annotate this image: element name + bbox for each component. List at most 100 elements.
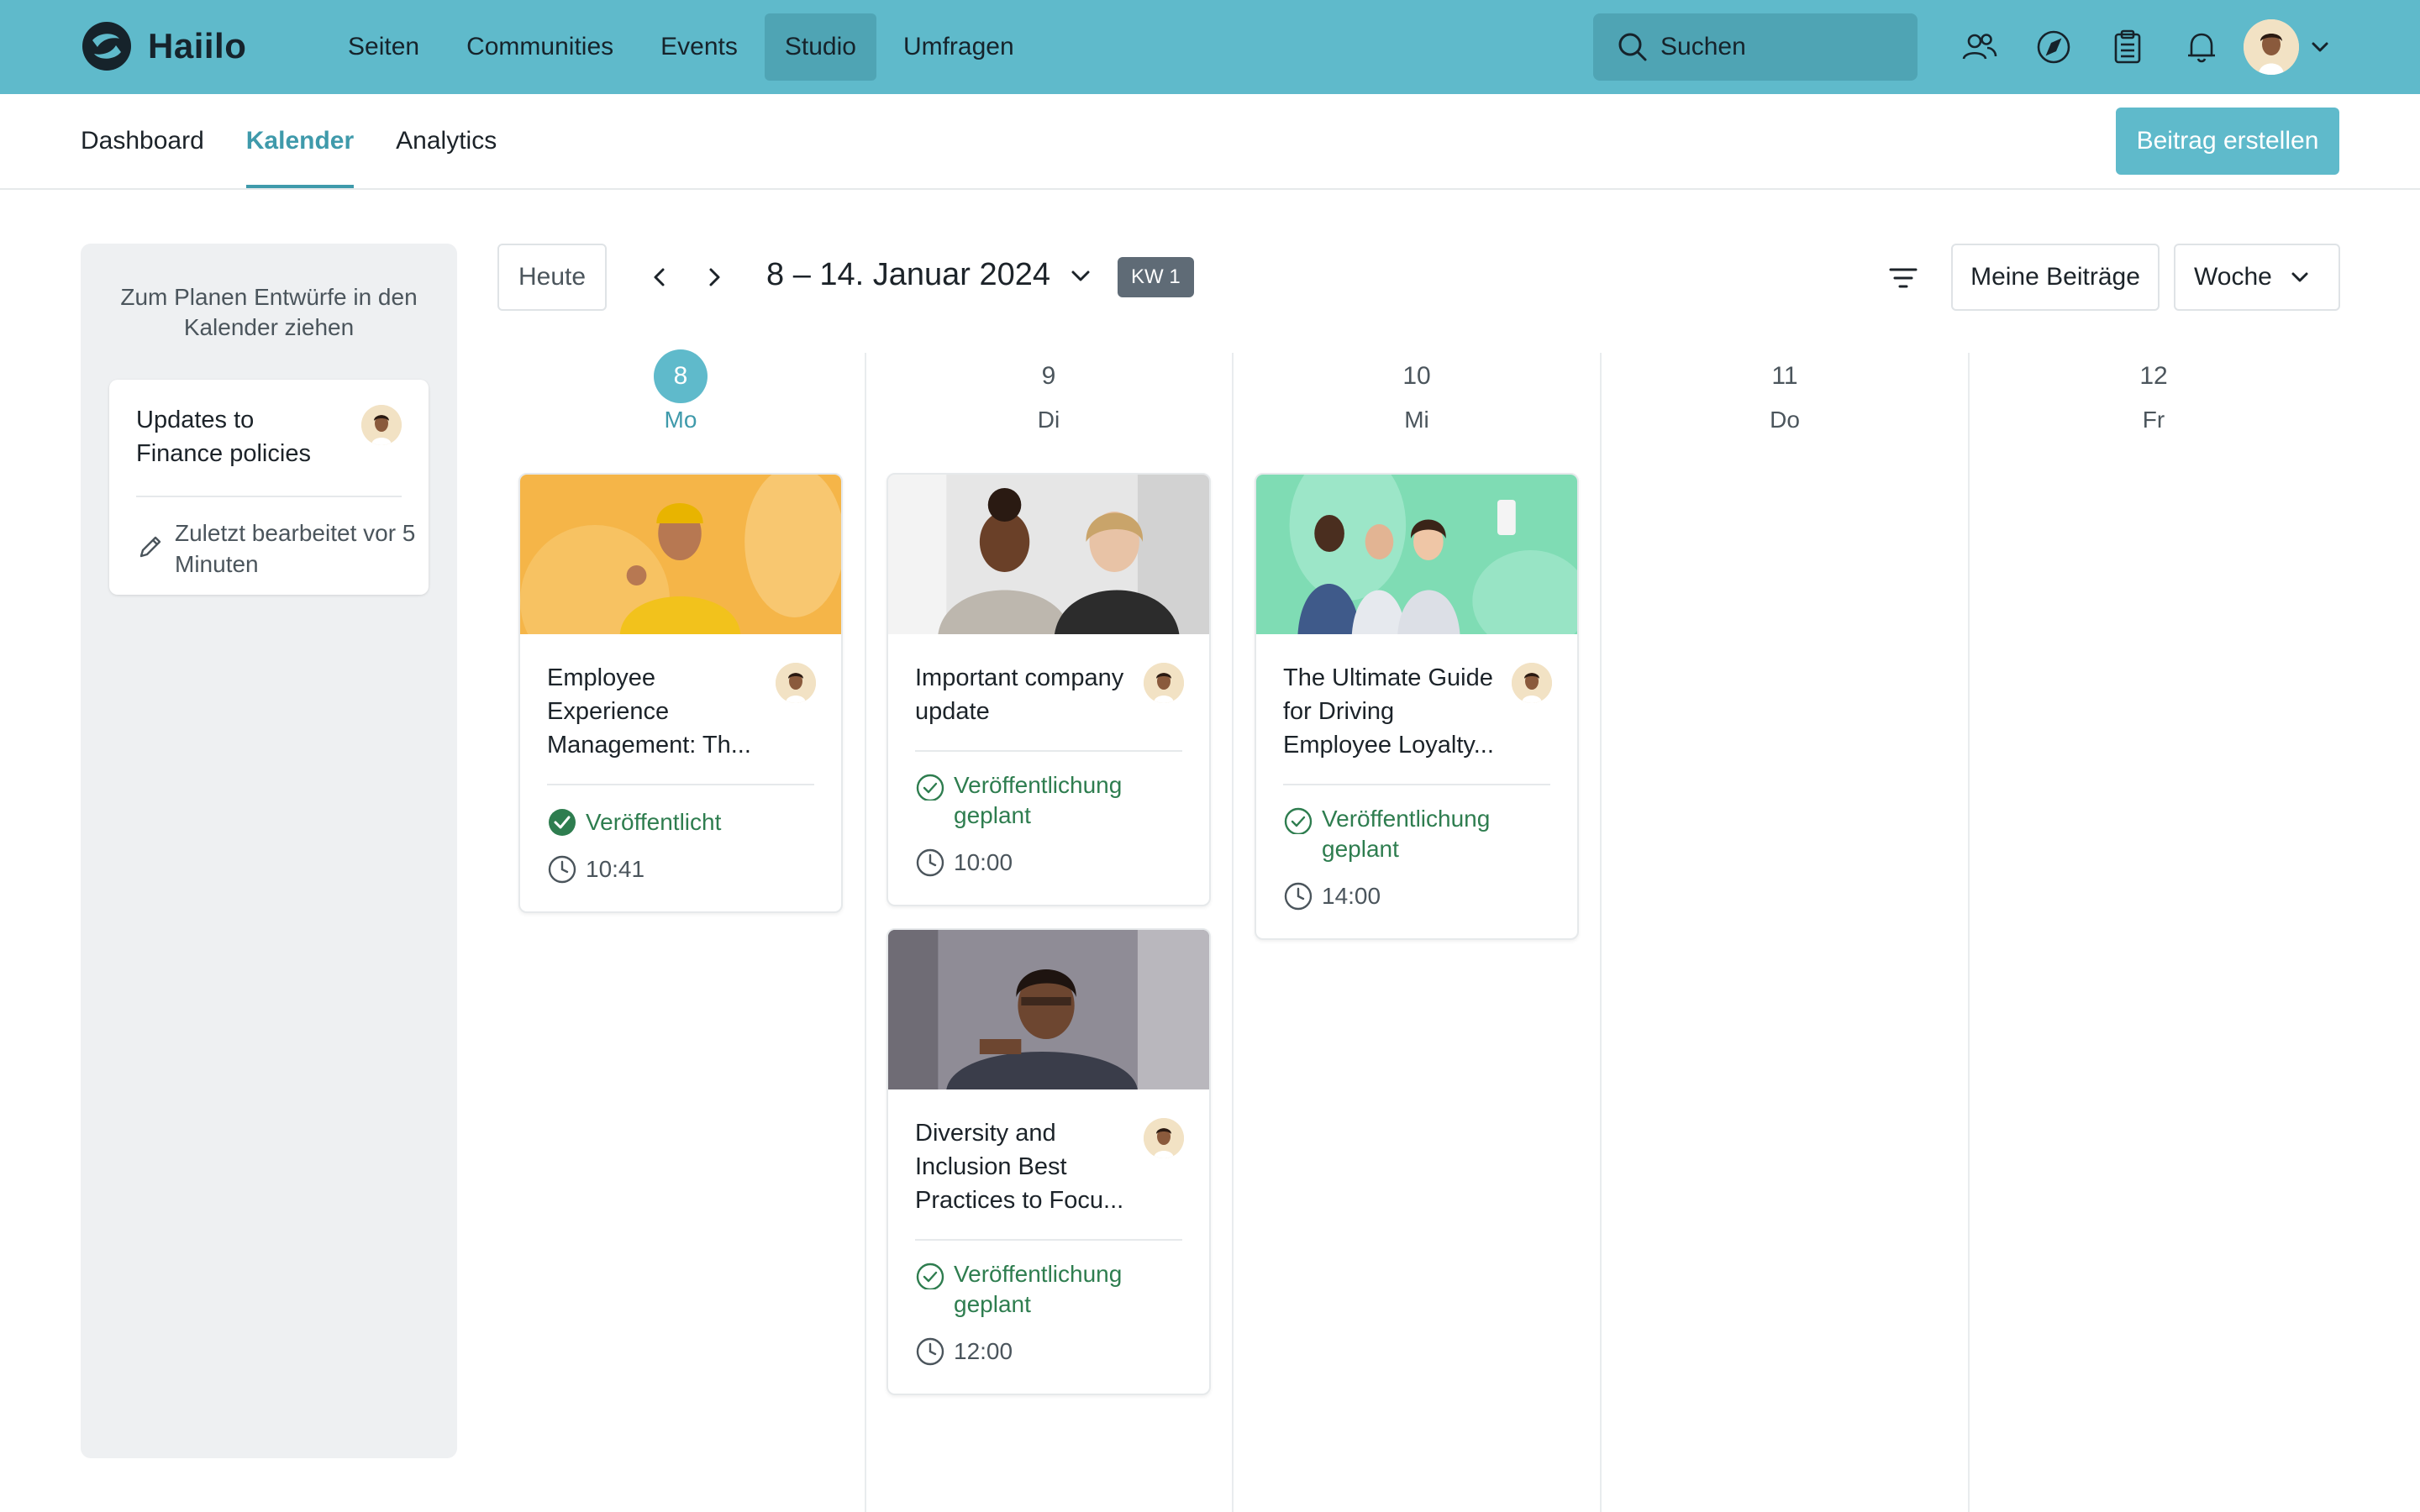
post-status: Veröffentlichung geplant (1283, 804, 1523, 864)
status-text: Veröffentlicht (586, 809, 722, 835)
tab-analytics[interactable]: Analytics (396, 94, 497, 188)
time-text: 10:00 (954, 849, 1013, 875)
post-card[interactable]: Important company update Veröffentlichun… (886, 473, 1211, 906)
post-card[interactable]: The Ultimate Guide for Driving Employee … (1255, 473, 1579, 940)
post-time: 10:41 (547, 854, 644, 885)
drafts-hint: Zum Planen Entwürfe in den Kalender zieh… (120, 284, 418, 340)
day-header-di: 9 Di (965, 349, 1133, 433)
divider (136, 496, 402, 497)
nav-item-studio[interactable]: Studio (764, 13, 876, 81)
clock-icon (1284, 882, 1313, 911)
post-title: Important company update (915, 664, 1124, 725)
clock-icon (548, 855, 576, 884)
avatar (1144, 1118, 1184, 1158)
view-select[interactable]: Woche (2174, 244, 2340, 311)
chevron-down-icon (2291, 272, 2308, 282)
day-header-mi: 10 Mi (1333, 349, 1501, 433)
compass-icon (2037, 30, 2070, 64)
divider (915, 750, 1182, 752)
check-circle-icon (916, 1263, 944, 1289)
divider (547, 784, 814, 785)
avatar (2244, 19, 2299, 75)
day-number: 10 (1402, 362, 1431, 390)
people-icon (1962, 34, 1997, 60)
post-card[interactable]: Employee Experience Management: Th... Ve… (518, 473, 843, 913)
status-text: Veröffentlichung geplant (1322, 806, 1491, 862)
divider (1283, 784, 1550, 785)
post-status: Veröffentlichung geplant (915, 770, 1155, 831)
post-title: The Ultimate Guide for Driving Employee … (1283, 664, 1494, 759)
next-week-button[interactable] (697, 260, 731, 294)
studio-tabs: Dashboard Kalender Analytics (81, 94, 539, 188)
post-time: 10:00 (915, 848, 1013, 878)
create-post-button[interactable]: Beitrag erstellen (2116, 108, 2339, 175)
day-number: 11 (1771, 362, 1798, 390)
clock-icon (916, 848, 944, 877)
tab-dashboard[interactable]: Dashboard (81, 94, 204, 188)
day-number: 12 (2139, 362, 2168, 390)
compass-button[interactable] (2030, 24, 2077, 71)
top-bar: Haiilo Seiten Communities Events Studio … (0, 0, 2420, 94)
post-title: Diversity and Inclusion Best Practices t… (915, 1120, 1124, 1214)
post-time: 14:00 (1283, 881, 1381, 911)
app-name: Haiilo (148, 26, 247, 66)
day-header-mo: 8 Mo (597, 349, 765, 433)
column-divider (865, 353, 866, 1512)
date-range-picker[interactable]: 8 – 14. Januar 2024 (766, 257, 1094, 293)
search-icon (1618, 33, 1647, 61)
status-text: Veröffentlichung geplant (954, 1261, 1123, 1317)
check-circle-filled-icon (549, 809, 576, 836)
week-number-badge: KW 1 (1118, 257, 1194, 297)
tab-kalender[interactable]: Kalender (245, 94, 355, 188)
day-name: Do (1770, 407, 1800, 433)
filter-icon[interactable] (1886, 260, 1921, 296)
nav-item-seiten[interactable]: Seiten (328, 13, 439, 81)
clipboard-icon (2114, 29, 2141, 64)
chevron-right-icon (709, 268, 720, 286)
avatar-image (2244, 19, 2299, 75)
haiilo-logo[interactable]: Haiilo (81, 20, 246, 72)
day-number: 8 (654, 349, 708, 403)
drafts-panel: Zum Planen Entwürfe in den Kalender zieh… (81, 244, 457, 1458)
bell-icon (2188, 33, 2215, 63)
day-name: Mi (1404, 407, 1429, 433)
clock-icon (916, 1337, 944, 1366)
day-header-do: 11 Do (1701, 349, 1869, 433)
notifications-button[interactable] (2178, 24, 2225, 71)
post-time: 12:00 (915, 1336, 1013, 1367)
my-posts-button[interactable]: Meine Beiträge (1951, 244, 2160, 311)
day-header-fr: 12 Fr (2070, 349, 2238, 433)
search-box[interactable] (1593, 13, 1918, 81)
avatar (1144, 663, 1184, 703)
previous-week-button[interactable] (643, 260, 676, 294)
day-name: Mo (664, 407, 697, 433)
column-divider (1968, 353, 1970, 1512)
pencil-icon (139, 536, 161, 558)
nav-item-events[interactable]: Events (640, 13, 758, 81)
day-number: 9 (1041, 362, 1056, 390)
user-menu[interactable] (2244, 19, 2333, 75)
top-icons (1956, 24, 2252, 71)
check-circle-icon (1284, 807, 1313, 834)
clipboard-button[interactable] (2104, 24, 2151, 71)
chevron-left-icon (654, 268, 665, 286)
search-input[interactable] (1660, 33, 1896, 61)
main-nav: Seiten Communities Events Studio Umfrage… (328, 13, 1041, 81)
divider (915, 1239, 1182, 1241)
post-status: Veröffentlicht (547, 807, 787, 837)
nav-item-umfragen[interactable]: Umfragen (883, 13, 1034, 81)
post-title: Employee Experience Management: Th... (547, 664, 751, 759)
sub-nav: Dashboard Kalender Analytics Beitrag ers… (0, 94, 2420, 190)
post-card[interactable]: Diversity and Inclusion Best Practices t… (886, 928, 1211, 1395)
post-image (1256, 475, 1577, 634)
post-status: Veröffentlichung geplant (915, 1259, 1155, 1320)
day-name: Di (1037, 407, 1060, 433)
draft-edited-text: Zuletzt bearbeitet vor 5 Minuten (175, 520, 416, 577)
today-button[interactable]: Heute (497, 244, 607, 311)
draft-card[interactable]: Updates to Finance policies Zuletzt bear… (109, 380, 429, 595)
draft-edited-info: Zuletzt bearbeitet vor 5 Minuten (136, 517, 418, 580)
people-button[interactable] (1956, 24, 2003, 71)
nav-item-communities[interactable]: Communities (446, 13, 634, 81)
date-range-label: 8 – 14. Januar 2024 (766, 257, 1051, 292)
post-image (520, 475, 841, 634)
